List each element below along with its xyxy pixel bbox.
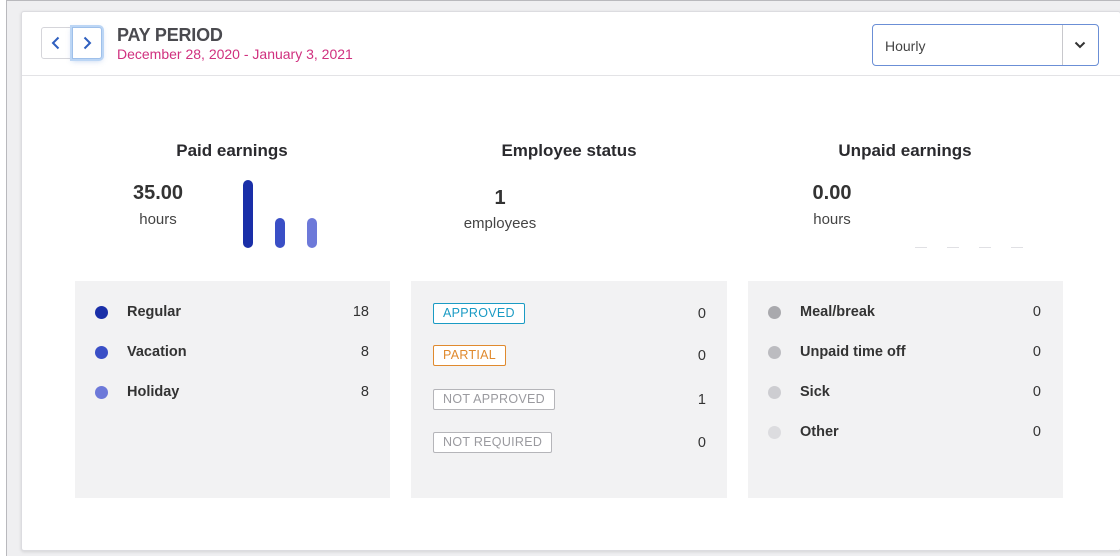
pay-period-dates: December 28, 2020 - January 3, 2021 [117,46,353,62]
unpaid-earnings-panel: Meal/break 0 Unpaid time off 0 Sick 0 Ot… [748,281,1063,498]
status-total: 1 [494,187,506,209]
status-unit: employees [463,215,537,232]
list-item: Meal/break 0 [748,301,1063,325]
paid-earnings-panel: Regular 18 Vacation 8 Holiday 8 [75,281,390,498]
not-required-badge: NOT REQUIRED [433,432,553,453]
chevron-down-icon[interactable] [1073,38,1087,52]
empty-bar [1011,247,1023,248]
list-item: Holiday 8 [75,381,390,405]
list-item: APPROVED 0 [411,303,727,327]
regular-dot [95,306,108,319]
list-item: NOT REQUIRED 0 [411,432,727,456]
app-frame: PAY PERIOD December 28, 2020 - January 3… [6,0,1120,556]
holiday-dot [95,386,108,399]
paid-unit: hours [139,211,177,228]
meal-break-dot [768,306,781,319]
list-item: Unpaid time off 0 [748,341,1063,365]
page-title: PAY PERIOD [117,25,223,45]
unpaid-total: 0.00 [812,182,852,204]
paid-bar-holiday [307,218,317,248]
list-item: Vacation 8 [75,341,390,365]
card-header: PAY PERIOD December 28, 2020 - January 3… [22,12,1120,76]
chevron-left-icon [51,36,60,50]
unpaid-unit: hours [813,211,851,228]
empty-bar [915,247,927,248]
sick-dot [768,386,781,399]
paid-bar-regular [243,180,253,248]
unpaid-time-off-dot [768,346,781,359]
list-item: Regular 18 [75,301,390,325]
empty-bar [947,247,959,248]
list-item: NOT APPROVED 1 [411,389,727,413]
pay-period-card: PAY PERIOD December 28, 2020 - January 3… [21,11,1120,551]
employee-status-panel: APPROVED 0 PARTIAL 0 NOT APPROVED 1 NOT … [411,281,727,498]
partial-badge: PARTIAL [433,345,507,366]
select-divider [1062,25,1063,65]
paid-bar-vacation [275,218,285,248]
approved-badge: APPROVED [433,303,525,324]
not-approved-badge: NOT APPROVED [433,389,556,410]
employee-status-title: Employee status [501,141,637,160]
unpaid-earnings-title: Unpaid earnings [838,141,972,160]
empty-bar [979,247,991,248]
next-period-button[interactable] [72,27,102,59]
chevron-right-icon [83,36,92,50]
paid-total: 35.00 [132,182,184,204]
vacation-dot [95,346,108,359]
list-item: PARTIAL 0 [411,345,727,369]
list-item: Sick 0 [748,381,1063,405]
list-item: Other 0 [748,421,1063,445]
earnings-type-select[interactable]: Hourly [872,24,1099,66]
previous-period-button[interactable] [41,27,71,59]
other-dot [768,426,781,439]
paid-earnings-title: Paid earnings [176,141,288,160]
select-value: Hourly [885,38,926,54]
